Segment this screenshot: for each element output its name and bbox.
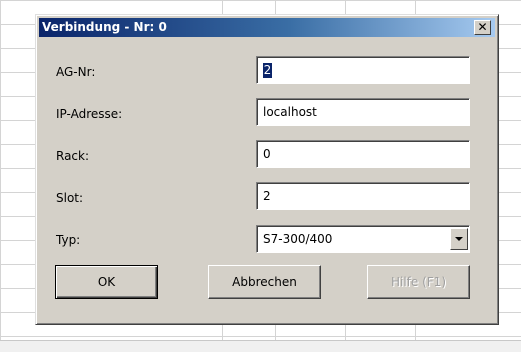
rack-input[interactable]: 0 [256, 140, 470, 168]
slot-label: Slot: [56, 191, 84, 205]
slot-input[interactable]: 2 [256, 182, 470, 210]
window-bottom-bar [0, 340, 521, 352]
rack-label: Rack: [56, 149, 90, 163]
ok-button[interactable]: OK [55, 265, 158, 299]
connection-dialog: Verbindung - Nr: 0 ✕ AG-Nr: 2 2 IP-Adres… [35, 14, 499, 325]
cancel-button[interactable]: Abbrechen [208, 265, 321, 299]
ip-address-label: IP-Adresse: [56, 107, 123, 121]
help-button[interactable]: Hilfe (F1) [367, 265, 470, 299]
ag-nr-label: AG-Nr: [56, 65, 96, 79]
dialog-title-bar[interactable]: Verbindung - Nr: 0 ✕ [39, 18, 495, 37]
type-select-value: S7-300/400 [263, 232, 333, 246]
dropdown-arrow-icon[interactable] [450, 228, 468, 250]
dialog-title: Verbindung - Nr: 0 [42, 20, 167, 34]
type-label: Typ: [56, 233, 81, 247]
ag-nr-selected-text: 2 [263, 63, 272, 78]
close-icon: ✕ [477, 20, 488, 34]
type-select[interactable]: S7-300/400 [256, 225, 470, 253]
ip-address-input[interactable]: localhost [256, 98, 470, 126]
close-button[interactable]: ✕ [474, 20, 491, 35]
ag-nr-input[interactable]: 2 [256, 56, 470, 84]
